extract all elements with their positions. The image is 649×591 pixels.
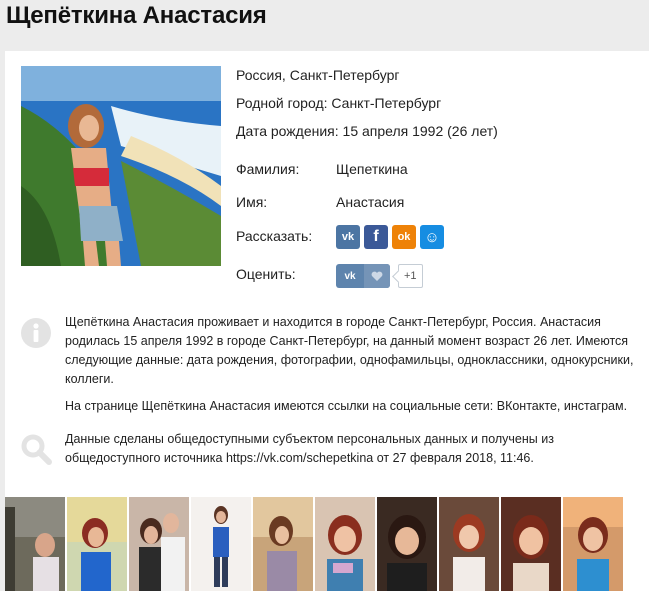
odnoklassniki-icon: ok bbox=[397, 231, 411, 243]
firstname-label: Имя: bbox=[236, 194, 268, 210]
rate-widget: vk +1 bbox=[336, 264, 423, 288]
photo-thumbnail[interactable] bbox=[129, 497, 189, 591]
like-count: +1 bbox=[398, 264, 423, 288]
photo-thumbnail[interactable] bbox=[563, 497, 623, 591]
photo-thumbnail[interactable] bbox=[5, 497, 65, 591]
source-block: Данные сделаны общедоступными субъектом … bbox=[65, 430, 649, 476]
photo-thumbnail[interactable] bbox=[501, 497, 561, 591]
photo-thumbnail[interactable] bbox=[191, 497, 251, 591]
facebook-share-button[interactable]: f bbox=[364, 225, 388, 249]
photo-thumbnail[interactable] bbox=[67, 497, 127, 591]
location-text: Россия, Санкт-Петербург bbox=[236, 67, 400, 83]
surname-label: Фамилия: bbox=[236, 161, 300, 177]
birthdate-text: Дата рождения: 15 апреля 1992 (26 лет) bbox=[236, 123, 498, 139]
about-block: Щепёткина Анастасия проживает и находитс… bbox=[65, 313, 649, 424]
photo-thumbnail[interactable] bbox=[253, 497, 313, 591]
photo-thumbnail[interactable] bbox=[315, 497, 375, 591]
surname-value: Щепеткина bbox=[336, 161, 408, 177]
profile-photo[interactable] bbox=[21, 66, 221, 266]
vk-share-button[interactable]: vk bbox=[336, 225, 360, 249]
photo-strip bbox=[5, 497, 623, 591]
info-icon bbox=[20, 317, 52, 349]
about-paragraph: Щепёткина Анастасия проживает и находитс… bbox=[65, 315, 634, 386]
heart-icon bbox=[364, 264, 390, 288]
mail-share-button[interactable]: ☺ bbox=[420, 225, 444, 249]
social-links-paragraph: На странице Щепёткина Анастасия имеются … bbox=[65, 399, 628, 413]
rate-label: Оценить: bbox=[236, 266, 296, 282]
source-paragraph: Данные сделаны общедоступными субъектом … bbox=[65, 432, 554, 465]
page-title: Щепёткина Анастасия bbox=[6, 2, 267, 29]
profile-card: Россия, Санкт-Петербург Родной город: Са… bbox=[5, 51, 649, 591]
vk-logo-icon: vk bbox=[344, 270, 356, 282]
firstname-value: Анастасия bbox=[336, 194, 405, 210]
vk-icon: vk bbox=[341, 231, 355, 243]
photo-thumbnail[interactable] bbox=[439, 497, 499, 591]
share-buttons: vk f ok ☺ bbox=[336, 225, 444, 249]
odnoklassniki-share-button[interactable]: ok bbox=[392, 225, 416, 249]
share-label: Рассказать: bbox=[236, 228, 313, 244]
search-icon bbox=[20, 433, 52, 465]
mail-icon: ☺ bbox=[424, 228, 440, 246]
photo-thumbnail[interactable] bbox=[377, 497, 437, 591]
like-button[interactable]: vk bbox=[336, 264, 390, 288]
facebook-icon: f bbox=[373, 228, 379, 245]
hometown-text: Родной город: Санкт-Петербург bbox=[236, 95, 442, 111]
